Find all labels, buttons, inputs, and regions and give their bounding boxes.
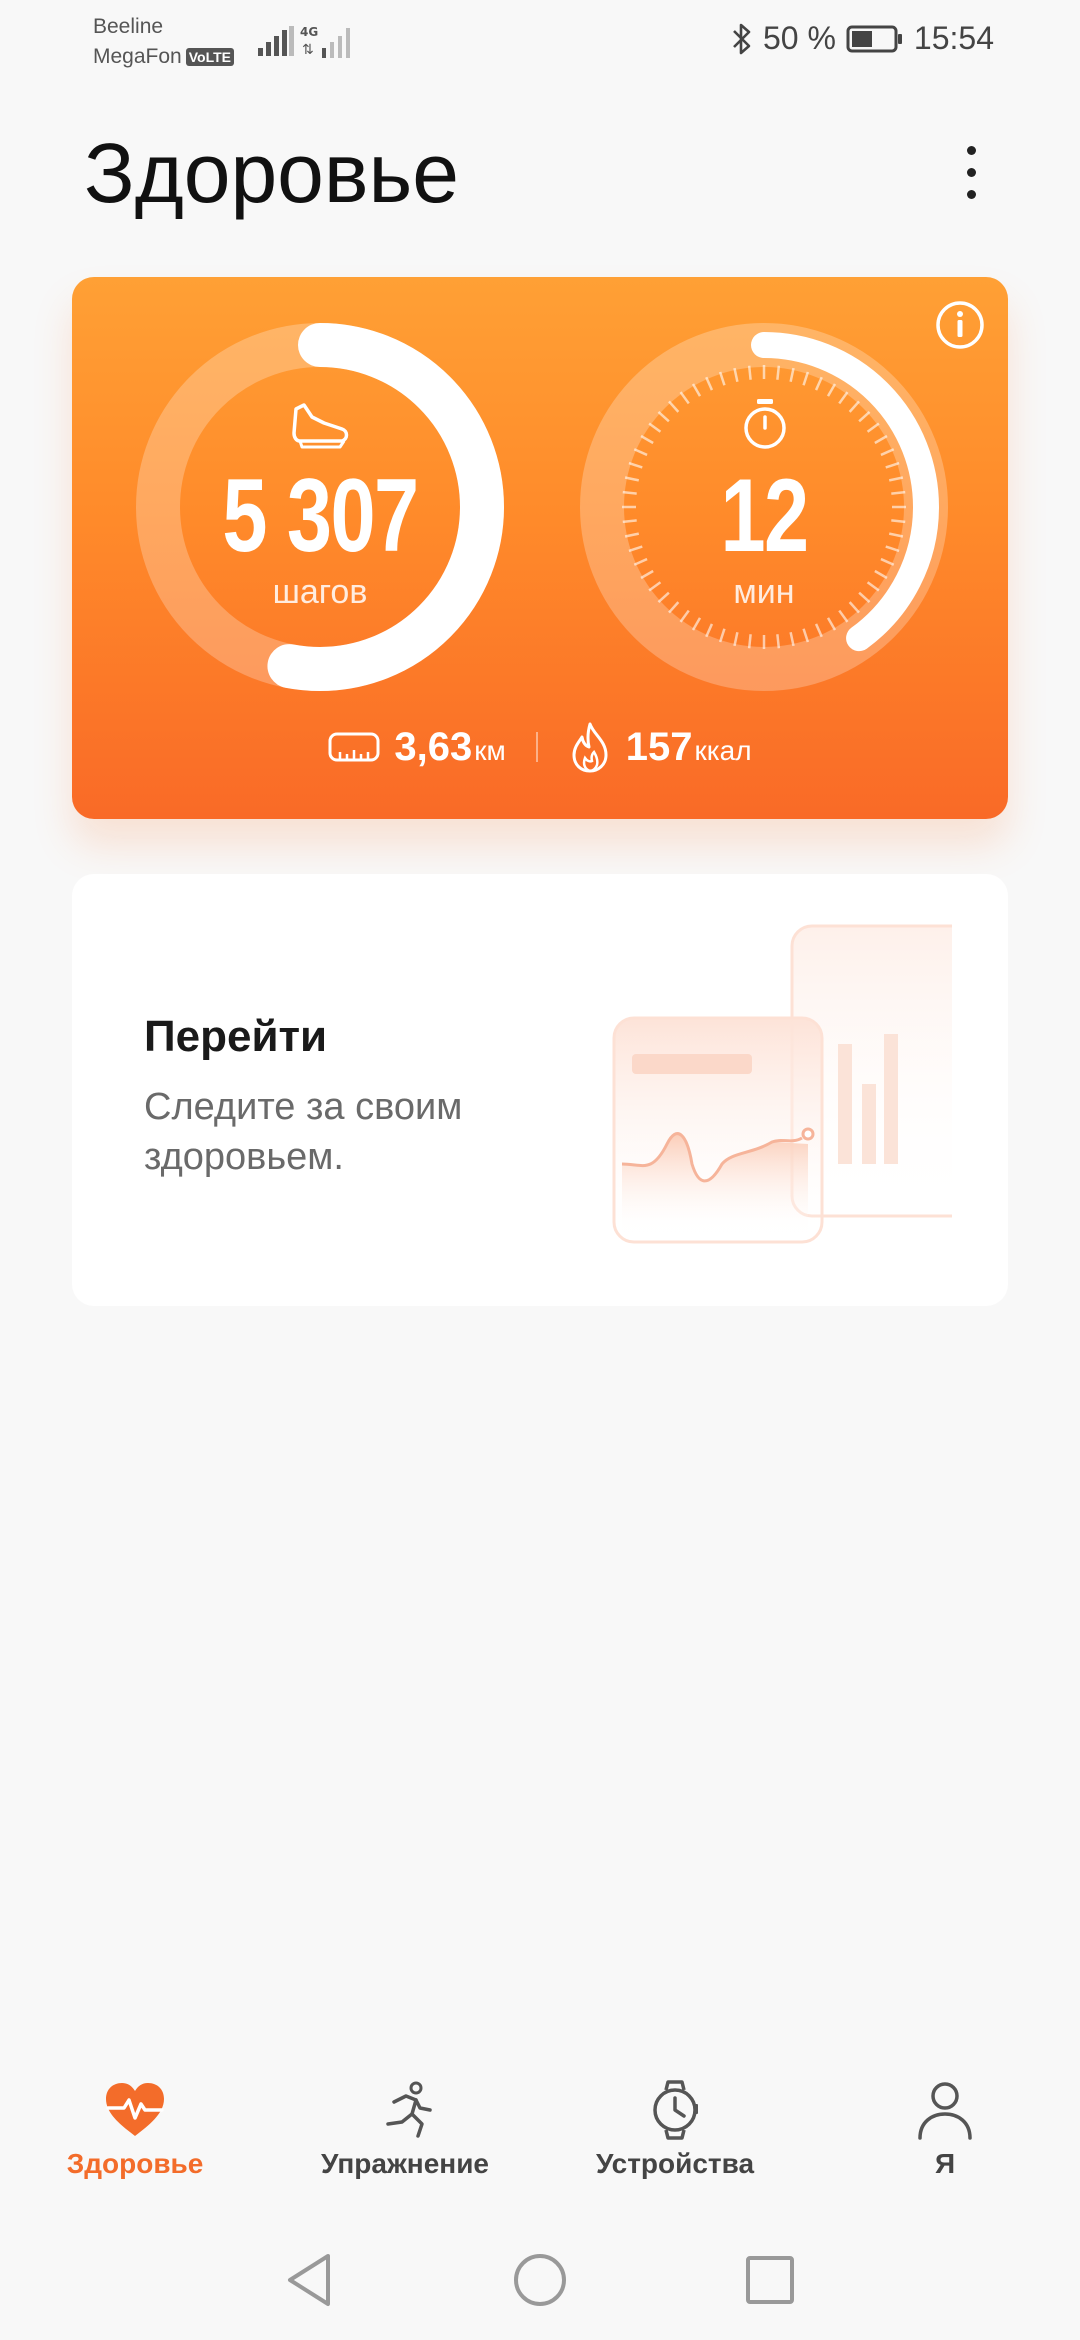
nav-me[interactable]: Я (810, 2080, 1080, 2200)
signal-4g-icon: 4G ⇅ (300, 25, 350, 58)
minute-tick (814, 623, 823, 638)
minute-tick (826, 383, 837, 397)
carrier-1: Beeline (93, 15, 164, 38)
nav-label: Упражнение (321, 2148, 489, 2179)
minute-tick (802, 371, 810, 386)
running-icon (386, 2081, 432, 2138)
heart-pulse-icon (106, 2083, 164, 2136)
minute-tick (802, 628, 810, 643)
nav-label: Здоровье (66, 2148, 204, 2179)
minute-tick (648, 422, 662, 433)
clock: 15:54 (913, 20, 994, 56)
nav-label: Я (934, 2148, 956, 2179)
minute-tick (880, 448, 895, 457)
minute-tick (874, 434, 888, 445)
minute-tick (747, 634, 752, 649)
health-chart-illustration (612, 924, 952, 1244)
calories-value: 157 (625, 724, 693, 769)
minute-tick (838, 391, 849, 405)
bluetooth-icon (733, 23, 751, 54)
minute-tick (705, 376, 714, 391)
minute-tick (866, 422, 880, 433)
minute-tick (838, 609, 849, 623)
svg-text:4G: 4G (300, 25, 318, 39)
distance-value: 3,63 (394, 724, 473, 769)
minute-tick (789, 367, 795, 383)
promo-card[interactable]: Перейти Следите за своим здоровьем. (72, 874, 1008, 1306)
minute-tick (858, 411, 871, 423)
minute-tick (789, 631, 795, 647)
minute-tick (747, 365, 752, 380)
battery-percent: 50 % (762, 20, 836, 56)
more-dot (966, 189, 976, 199)
carrier-info: Beeline MegaFon VoLTE (93, 12, 234, 72)
more-dot (966, 167, 976, 177)
more-options-button[interactable] (946, 132, 996, 212)
ruler-icon (328, 732, 380, 762)
nav-label: Устройства (595, 2148, 755, 2179)
minute-tick (705, 623, 714, 638)
nav-health[interactable]: Здоровье (0, 2080, 270, 2200)
minute-tick (776, 365, 781, 380)
minute-tick (679, 391, 690, 405)
minute-tick (776, 634, 781, 649)
minute-tick (679, 609, 690, 623)
page-title: Здоровье (84, 126, 460, 220)
minute-tick (668, 400, 680, 413)
more-dot (966, 145, 976, 155)
carrier-2: MegaFon (93, 45, 182, 68)
minute-tick (814, 376, 823, 391)
minute-tick (733, 367, 739, 383)
minute-tick (718, 628, 726, 643)
stopwatch-icon (744, 399, 786, 449)
recent-apps-icon[interactable] (744, 2252, 796, 2308)
minute-tick (718, 371, 726, 386)
nav-exercise[interactable]: Упражнение (270, 2080, 540, 2200)
minute-tick (691, 383, 702, 397)
bottom-navigation: Здоровье Упражнение Устройства Я (0, 2050, 1080, 2210)
minute-tick (633, 448, 648, 457)
promo-text: Следите за своим здоровьем. (144, 1086, 463, 1178)
person-icon (918, 2082, 972, 2140)
steps-ring[interactable]: 5 307 шагов (130, 317, 510, 697)
watch-icon (653, 2080, 698, 2140)
battery-icon (846, 25, 902, 52)
status-bar: Beeline MegaFon VoLTE 4G ⇅ 50 % 15:54 (0, 0, 1080, 80)
minute-tick (691, 617, 702, 631)
svg-text:⇅: ⇅ (302, 42, 314, 58)
flame-icon (572, 722, 608, 773)
active-minutes-ring[interactable]: 12 мин (574, 317, 954, 697)
status-right: 50 % 15:54 (731, 20, 994, 57)
steps-value: 5 307 (222, 458, 419, 574)
system-navigation-bar (0, 2230, 1080, 2340)
minute-tick (657, 411, 670, 423)
minute-tick (640, 434, 654, 445)
steps-unit: шагов (272, 573, 368, 611)
shoe-icon (292, 403, 349, 449)
minute-tick (826, 617, 837, 631)
volte-badge: VoLTE (185, 48, 234, 66)
signal-icon (258, 26, 294, 56)
promo-title: Перейти (144, 1012, 328, 1061)
minutes-value: 12 (720, 458, 809, 574)
calories-unit: ккал (694, 734, 752, 766)
minute-tick (733, 631, 739, 647)
nav-devices[interactable]: Устройства (540, 2080, 810, 2200)
home-icon[interactable] (512, 2252, 568, 2308)
minute-tick (848, 400, 860, 413)
summary-divider (535, 732, 538, 762)
minutes-unit: мин (733, 573, 795, 611)
activity-summary: 3,63км 157ккал (72, 717, 1008, 777)
distance-unit: км (474, 734, 506, 766)
activity-card[interactable]: 5 307 шагов 12 мин 3,63км 157ккал (72, 277, 1008, 819)
back-icon[interactable] (284, 2252, 334, 2308)
